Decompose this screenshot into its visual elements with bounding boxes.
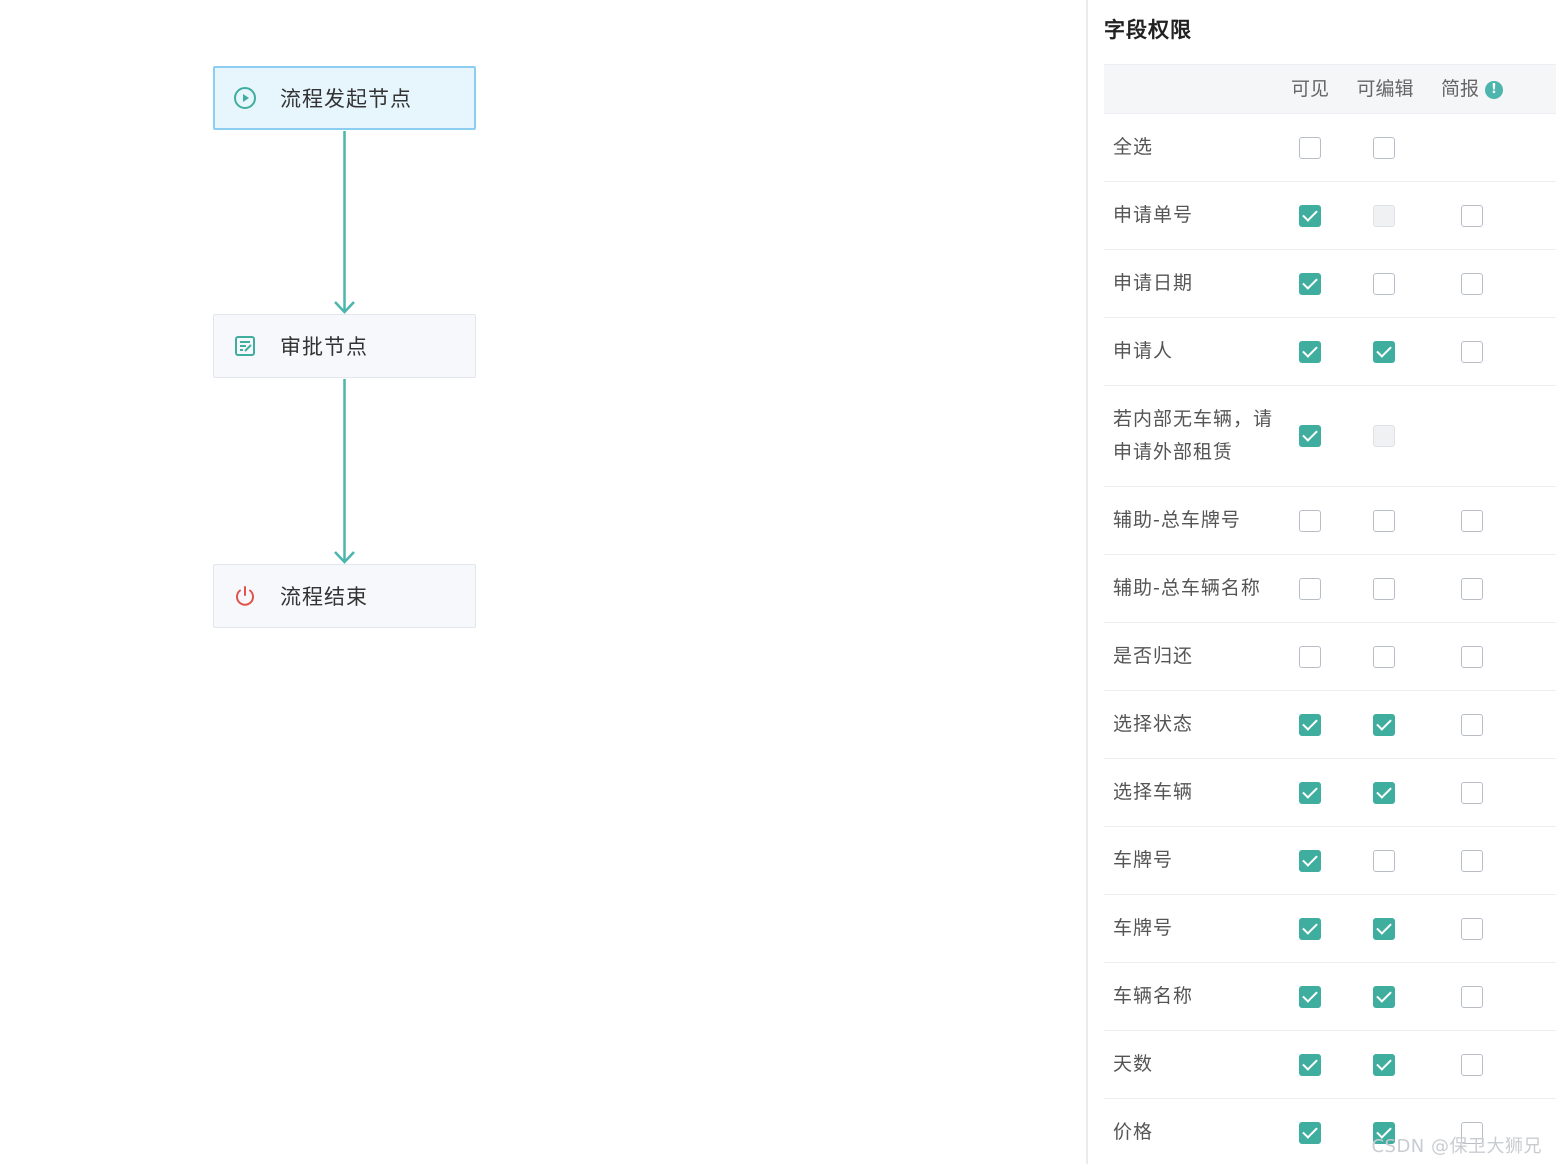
field-name: 车牌号: [1113, 917, 1174, 939]
panel-title: 字段权限: [1104, 18, 1192, 42]
flow-node-label: 流程发起节点: [280, 87, 412, 111]
visible-checkbox[interactable]: [1299, 340, 1321, 363]
edge-start-to-approve: [334, 131, 355, 314]
permission-table-header: 可见 可编辑 简报!: [1104, 64, 1556, 114]
brief-checkbox[interactable]: [1461, 340, 1483, 363]
editable-checkbox: [1373, 204, 1395, 227]
flow-node-start[interactable]: 流程发起节点: [213, 66, 476, 130]
field-permission-panel: 字段权限 可见 可编辑 简报! 全选申请单号申请日期申请人若内部无车辆，请申请外…: [1088, 0, 1556, 1164]
edge-approve-to-end: [334, 379, 355, 564]
column-header-editable: 可编辑: [1356, 78, 1414, 100]
editable-checkbox[interactable]: [1373, 713, 1395, 736]
brief-checkbox[interactable]: [1461, 204, 1483, 227]
flow-canvas[interactable]: 流程发起节点 审批节点 流程结束: [0, 0, 1086, 1164]
visible-checkbox[interactable]: [1299, 781, 1321, 804]
brief-checkbox[interactable]: [1461, 781, 1483, 804]
editable-checkbox[interactable]: [1373, 781, 1395, 804]
visible-checkbox[interactable]: [1299, 204, 1321, 227]
field-name: 选择车辆: [1113, 781, 1194, 803]
field-name: 申请人: [1113, 340, 1174, 362]
column-header-brief: 简报!: [1434, 65, 1510, 113]
table-row: 申请人: [1104, 318, 1556, 386]
approval-form-icon: [232, 333, 258, 359]
editable-checkbox[interactable]: [1373, 577, 1395, 600]
power-icon: [232, 583, 258, 609]
visible-checkbox[interactable]: [1299, 1053, 1321, 1076]
brief-checkbox[interactable]: [1461, 849, 1483, 872]
editable-checkbox[interactable]: [1373, 645, 1395, 668]
table-row: 全选: [1104, 114, 1556, 182]
field-name: 申请单号: [1113, 204, 1194, 226]
editable-checkbox[interactable]: [1373, 136, 1395, 159]
visible-checkbox[interactable]: [1299, 577, 1321, 600]
flow-node-approve[interactable]: 审批节点: [213, 314, 476, 378]
editable-checkbox: [1373, 425, 1395, 447]
field-name: 辅助-总车牌号: [1113, 509, 1241, 531]
field-name: 是否归还: [1113, 645, 1194, 667]
table-row: 申请日期: [1104, 250, 1556, 318]
brief-checkbox[interactable]: [1461, 272, 1483, 295]
brief-checkbox[interactable]: [1461, 985, 1483, 1008]
editable-checkbox[interactable]: [1373, 985, 1395, 1008]
visible-checkbox[interactable]: [1299, 713, 1321, 736]
flow-edges: [334, 131, 355, 564]
field-name: 车牌号: [1113, 849, 1174, 871]
visible-checkbox[interactable]: [1299, 985, 1321, 1008]
brief-checkbox[interactable]: [1461, 1053, 1483, 1076]
column-header-brief-label: 简报: [1440, 78, 1479, 100]
brief-checkbox[interactable]: [1461, 917, 1483, 940]
field-name: 辅助-总车辆名称: [1113, 577, 1261, 599]
brief-checkbox[interactable]: [1461, 713, 1483, 736]
editable-checkbox[interactable]: [1373, 340, 1395, 363]
brief-checkbox[interactable]: [1461, 645, 1483, 668]
flow-node-end[interactable]: 流程结束: [213, 564, 476, 628]
field-name: 价格: [1113, 1121, 1154, 1143]
brief-checkbox[interactable]: [1461, 509, 1483, 532]
field-name: 选择状态: [1113, 713, 1194, 735]
watermark: CSDN @保卫大狮兄: [1371, 1136, 1542, 1157]
table-row: 车辆名称: [1104, 963, 1556, 1031]
flow-node-label: 审批节点: [280, 335, 368, 359]
visible-checkbox[interactable]: [1299, 917, 1321, 940]
column-header-visible: 可见: [1290, 78, 1329, 100]
visible-checkbox[interactable]: [1299, 272, 1321, 295]
visible-checkbox[interactable]: [1299, 849, 1321, 872]
table-row: 是否归还: [1104, 623, 1556, 691]
table-row: 申请单号: [1104, 182, 1556, 250]
permission-table: 可见 可编辑 简报! 全选申请单号申请日期申请人若内部无车辆，请申请外部租赁辅助…: [1104, 64, 1556, 1164]
visible-checkbox[interactable]: [1299, 136, 1321, 159]
editable-checkbox[interactable]: [1373, 1053, 1395, 1076]
editable-checkbox[interactable]: [1373, 272, 1395, 295]
field-name: 全选: [1113, 136, 1154, 158]
play-circle-icon: [232, 85, 258, 111]
visible-checkbox[interactable]: [1299, 425, 1321, 447]
field-name: 若内部无车辆，请申请外部租赁: [1113, 408, 1274, 463]
table-row: 若内部无车辆，请申请外部租赁: [1104, 386, 1556, 487]
table-row: 车牌号: [1104, 827, 1556, 895]
visible-checkbox[interactable]: [1299, 1121, 1321, 1144]
visible-checkbox[interactable]: [1299, 509, 1321, 532]
permission-rows: 全选申请单号申请日期申请人若内部无车辆，请申请外部租赁辅助-总车牌号 辅助-总车辆…: [1104, 114, 1556, 1164]
field-name: 车辆名称: [1113, 985, 1194, 1007]
editable-checkbox[interactable]: [1373, 509, 1395, 532]
table-row: 辅助-总车辆名称: [1104, 555, 1556, 623]
table-row: 选择状态: [1104, 691, 1556, 759]
flow-node-label: 流程结束: [280, 585, 368, 609]
table-row: 车牌号: [1104, 895, 1556, 963]
field-name: 申请日期: [1113, 272, 1194, 294]
field-name: 天数: [1113, 1053, 1154, 1075]
table-row: 选择车辆: [1104, 759, 1556, 827]
table-row: 辅助-总车牌号: [1104, 487, 1556, 555]
brief-checkbox[interactable]: [1461, 577, 1483, 600]
editable-checkbox[interactable]: [1373, 849, 1395, 872]
table-row: 天数: [1104, 1031, 1556, 1099]
visible-checkbox[interactable]: [1299, 645, 1321, 668]
info-icon[interactable]: !: [1485, 81, 1503, 99]
editable-checkbox[interactable]: [1373, 917, 1395, 940]
